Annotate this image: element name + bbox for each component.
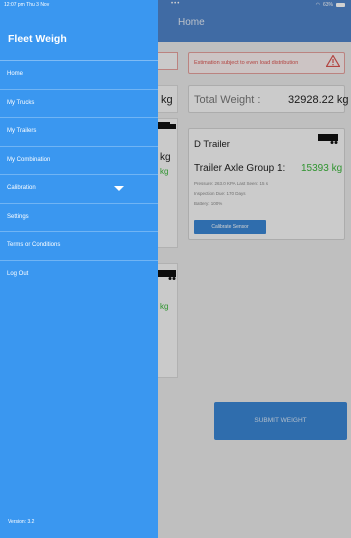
menu-item-my-combination[interactable]: My Combination bbox=[0, 147, 158, 175]
menu-item-my-trucks[interactable]: My Trucks bbox=[0, 90, 158, 118]
menu-item-label: My Combination bbox=[7, 156, 51, 163]
version-label: Version: 3.2 bbox=[8, 519, 35, 525]
drawer-backdrop[interactable] bbox=[158, 0, 351, 538]
menu-item-label: Settings bbox=[7, 213, 29, 220]
menu-item-label: Calibration bbox=[7, 185, 36, 191]
menu-item-settings[interactable]: Settings bbox=[0, 204, 158, 232]
menu-item-label: My Trailers bbox=[7, 128, 37, 134]
menu-item-home[interactable]: Home bbox=[0, 61, 158, 90]
status-time: 12:07 pm Thu 3 Nov bbox=[4, 2, 50, 8]
side-drawer: 12:07 pm Thu 3 Nov Fleet Weigh Home My T… bbox=[0, 0, 158, 538]
menu-item-my-trailers[interactable]: My Trailers bbox=[0, 118, 158, 147]
drawer-title: Fleet Weigh bbox=[8, 33, 67, 45]
menu-item-label: Terms or Conditions bbox=[7, 242, 61, 248]
chevron-down-icon[interactable] bbox=[114, 186, 124, 191]
menu-item-log-out[interactable]: Log Out bbox=[0, 261, 158, 290]
menu-item-label: My Trucks bbox=[7, 99, 35, 106]
menu-item-label: Home bbox=[7, 71, 24, 77]
menu-item-terms[interactable]: Terms or Conditions bbox=[0, 232, 158, 261]
menu-item-label: Log Out bbox=[7, 270, 29, 277]
menu-item-calibration[interactable]: Calibration bbox=[0, 175, 158, 204]
